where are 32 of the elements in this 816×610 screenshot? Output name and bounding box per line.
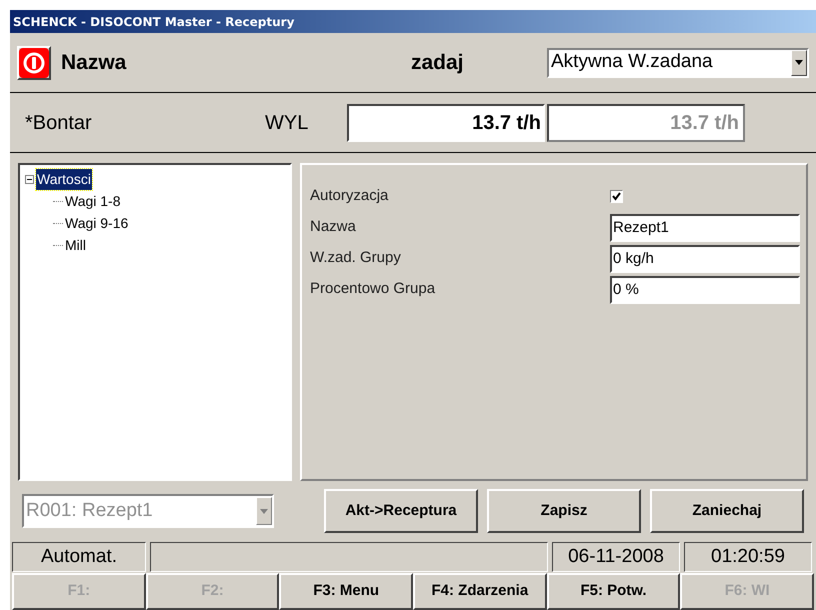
function-key[interactable]: F5: Potw. bbox=[546, 573, 680, 610]
date-status: 06-11-2008 bbox=[552, 542, 680, 572]
action-button[interactable]: Zapisz bbox=[487, 489, 641, 533]
window-title: SCHENCK - DISOCONT Master - Receptury bbox=[13, 14, 294, 30]
property-label: Procentowo Grupa bbox=[310, 279, 436, 300]
action-button[interactable]: Zaniechaj bbox=[650, 489, 804, 533]
function-key[interactable]: F4: Zdarzenia bbox=[413, 573, 547, 610]
property-label: Nazwa bbox=[310, 217, 357, 238]
setpoint-display: 13.7 t/h bbox=[347, 104, 545, 142]
property-label: W.zad. Grupy bbox=[310, 248, 402, 268]
property-label: Autoryzacja bbox=[310, 186, 390, 206]
mode-dropdown[interactable]: Aktywna W.zadana bbox=[547, 48, 809, 78]
mode-status: Automat. bbox=[12, 542, 146, 572]
name-label: Nazwa bbox=[61, 50, 128, 76]
input-field[interactable]: 0 kg/h bbox=[610, 244, 800, 272]
tree-item[interactable]: Wartosci bbox=[36, 168, 92, 190]
input-field[interactable]: Rezept1 bbox=[610, 214, 800, 242]
feeder-name: *Bontar bbox=[25, 110, 93, 136]
actual-display: 13.7 t/h bbox=[547, 104, 745, 142]
power-icon bbox=[19, 48, 49, 78]
feeder-mode: WYL bbox=[265, 110, 310, 136]
input-field[interactable]: 0 % bbox=[610, 276, 800, 304]
stop-button[interactable] bbox=[17, 46, 51, 80]
function-key[interactable]: F3: Menu bbox=[279, 573, 414, 610]
action-button[interactable]: Akt->Receptura bbox=[324, 489, 478, 533]
checkbox[interactable] bbox=[610, 190, 623, 203]
time-status: 01:20:59 bbox=[684, 542, 812, 572]
setpoint-label: zadaj bbox=[411, 50, 464, 76]
tree-item[interactable]: Wagi 1-8 bbox=[64, 190, 122, 212]
tree-item[interactable]: Wagi 9-16 bbox=[64, 212, 130, 234]
collapse-icon[interactable] bbox=[25, 174, 34, 184]
tree-item[interactable]: Mill bbox=[64, 234, 87, 256]
